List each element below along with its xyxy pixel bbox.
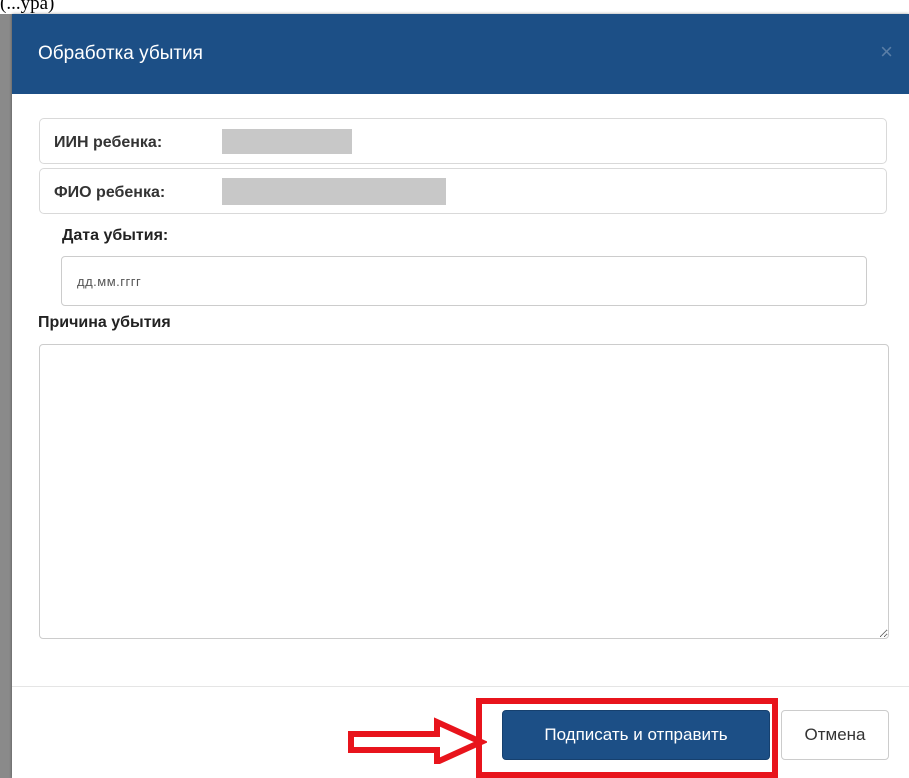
child-iin-field: ИИН ребенка: — [39, 118, 887, 164]
child-iin-label: ИИН ребенка: — [54, 134, 163, 151]
departure-date-input[interactable] — [61, 256, 867, 306]
page: (...ура) Обработка убытия × ИИН ребенка:… — [0, 0, 909, 778]
annotation-arrow-icon — [348, 717, 487, 764]
modal-header: Обработка убытия × — [12, 14, 909, 94]
redacted-name-value — [222, 178, 446, 205]
modal-footer-divider — [12, 686, 909, 687]
close-icon[interactable]: × — [880, 40, 893, 64]
departure-reason-textarea[interactable] — [39, 344, 889, 639]
background-page-text: (...ура) — [0, 0, 55, 14]
departure-reason-label: Причина убытия — [38, 314, 171, 331]
departure-date-label: Дата убытия: — [62, 227, 169, 244]
departure-modal: Обработка убытия × ИИН ребенка: ФИО ребе… — [12, 14, 909, 778]
child-name-field: ФИО ребенка: — [39, 168, 887, 214]
child-name-label: ФИО ребенка: — [54, 184, 166, 201]
redacted-iin-value — [222, 129, 352, 154]
background-page-strip — [0, 14, 12, 778]
modal-title: Обработка убытия — [38, 43, 203, 64]
annotation-highlight-box — [476, 698, 778, 778]
cancel-button[interactable]: Отмена — [781, 710, 889, 760]
